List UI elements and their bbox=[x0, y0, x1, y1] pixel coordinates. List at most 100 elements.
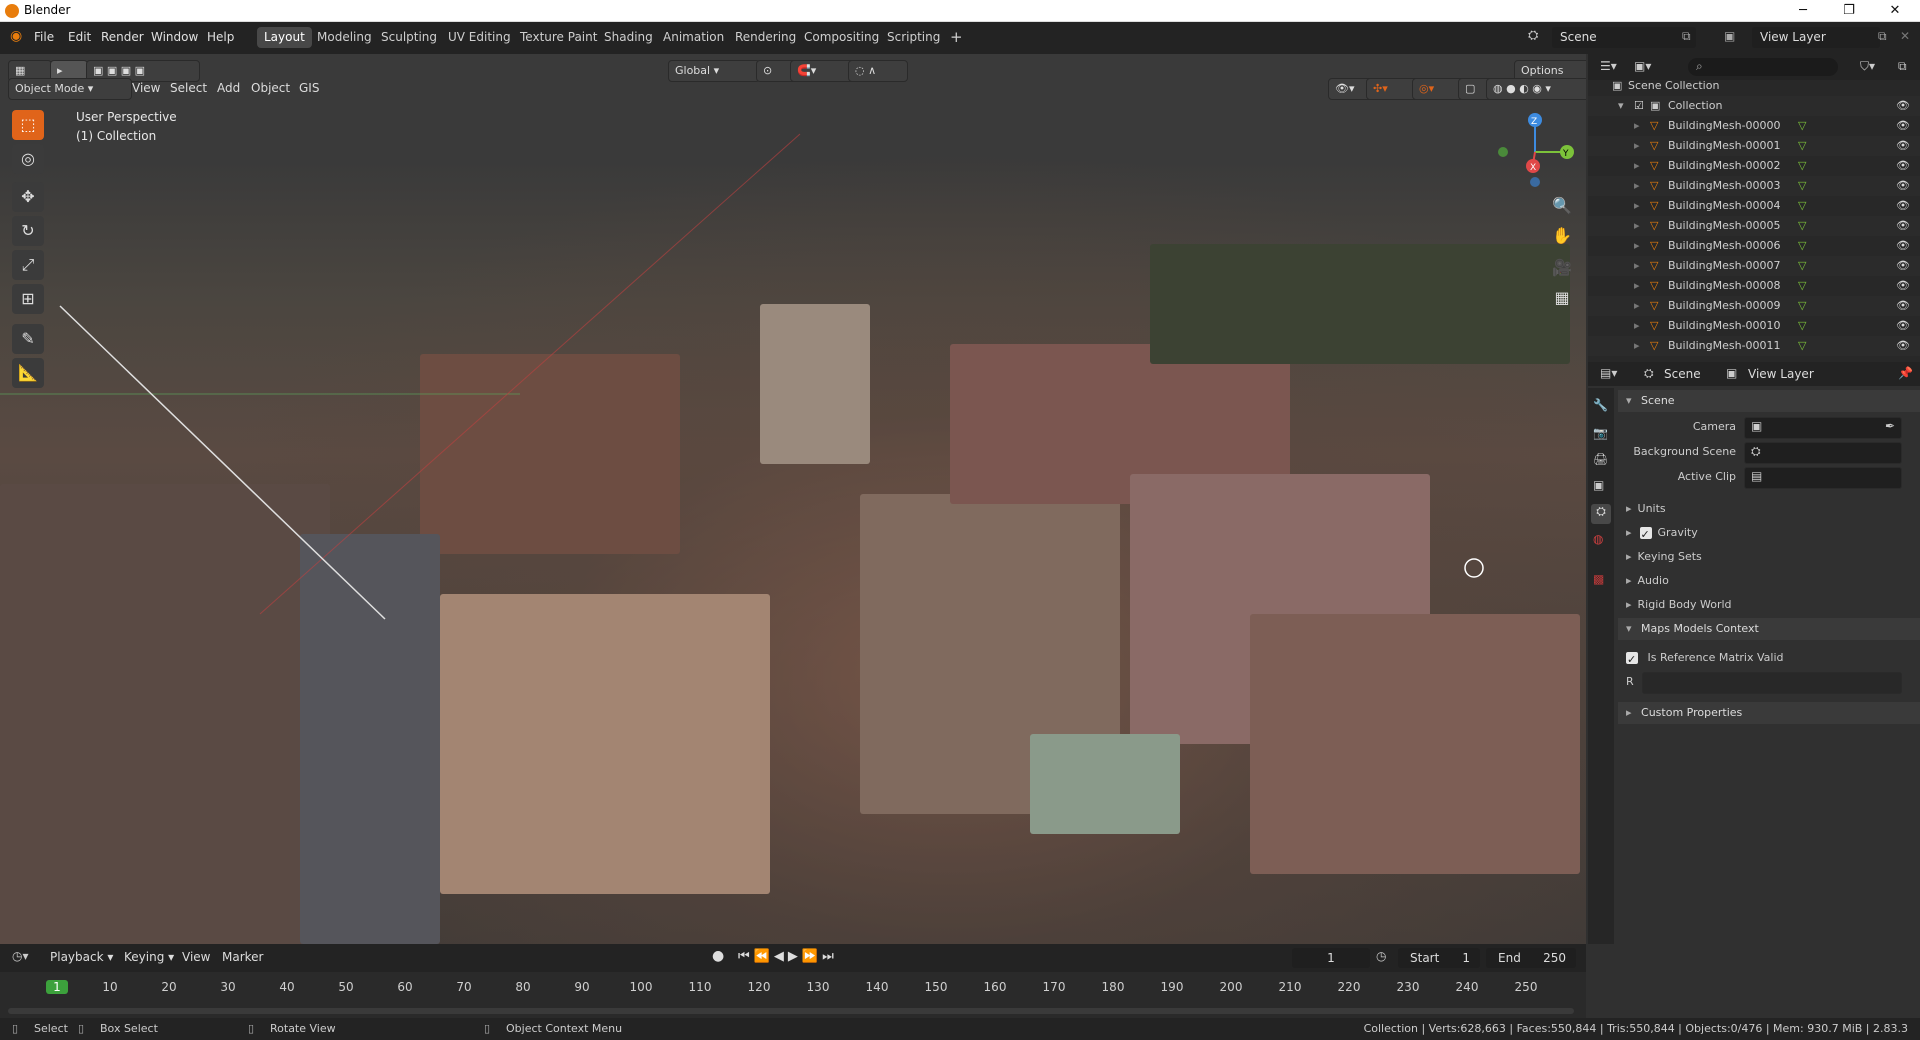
view-layer-field[interactable]: View Layer bbox=[1752, 27, 1880, 48]
tab-layout[interactable]: Layout bbox=[257, 27, 312, 48]
outliner-editor-icon[interactable]: ☰▾ bbox=[1600, 59, 1617, 73]
expand-arrow-icon[interactable]: ▸ bbox=[1634, 156, 1640, 176]
texture-props-icon[interactable]: ▩ bbox=[1593, 572, 1604, 586]
measure-tool-icon[interactable]: 📐 bbox=[12, 358, 44, 388]
rotate-tool-icon[interactable]: ↻ bbox=[12, 216, 44, 246]
collapsed-panel-header[interactable]: ▸ Gravity bbox=[1618, 522, 1920, 546]
outliner-mesh-row[interactable]: ▸ ▽ BuildingMesh-00010 ▽ 👁 bbox=[1588, 316, 1920, 336]
expand-arrow-icon[interactable]: ▸ bbox=[1634, 276, 1640, 296]
menu-add[interactable]: Add bbox=[217, 81, 240, 95]
close-button[interactable]: ✕ bbox=[1872, 0, 1918, 22]
filter-icon[interactable]: ⛉▾ bbox=[1860, 59, 1875, 74]
scene-tab[interactable]: Scene bbox=[1664, 367, 1701, 381]
outliner-mesh-row[interactable]: ▸ ▽ BuildingMesh-00011 ▽ 👁 bbox=[1588, 336, 1920, 356]
outliner-mesh-row[interactable]: ▸ ▽ BuildingMesh-00002 ▽ 👁 bbox=[1588, 156, 1920, 176]
eye-icon[interactable]: 👁 bbox=[1896, 236, 1910, 256]
menu-object[interactable]: Object bbox=[251, 81, 290, 95]
menu-render[interactable]: Render bbox=[101, 30, 144, 44]
expand-arrow-icon[interactable]: ▸ bbox=[1634, 196, 1640, 216]
navigation-gizmo[interactable]: Z Y X bbox=[1490, 110, 1580, 190]
menu-window[interactable]: Window bbox=[151, 30, 198, 44]
properties-editor-icon[interactable]: ▤▾ bbox=[1600, 366, 1617, 380]
pin-icon[interactable]: 📌 bbox=[1898, 366, 1913, 380]
mesh-data-icon[interactable]: ▽ bbox=[1798, 316, 1806, 336]
outliner-mesh-row[interactable]: ▸ ▽ BuildingMesh-00000 ▽ 👁 bbox=[1588, 116, 1920, 136]
3d-viewport[interactable]: ▦ ▸ ▣ ▣ ▣ ▣ Global ▾ ⊙ 🧲▾ ◌ ∧ Options Ob… bbox=[0, 54, 1586, 944]
eye-icon[interactable]: 👁 bbox=[1896, 136, 1910, 156]
tool-tab-icon[interactable]: 🔧 bbox=[1593, 398, 1608, 412]
expand-arrow-icon[interactable]: ▸ bbox=[1634, 336, 1640, 356]
is-reference-row[interactable]: Is Reference Matrix Valid bbox=[1626, 647, 1906, 671]
camera-field[interactable]: ▣ ✒ bbox=[1744, 417, 1902, 439]
eye-icon[interactable]: 👁 bbox=[1896, 216, 1910, 236]
menu-timeline-view[interactable]: View bbox=[182, 950, 210, 964]
eye-icon[interactable]: 👁 bbox=[1896, 176, 1910, 196]
eye-icon[interactable]: 👁 bbox=[1896, 256, 1910, 276]
transform-orientation-select[interactable]: Global ▾ bbox=[668, 60, 760, 82]
proportional-edit-icon[interactable]: ◌ ∧ bbox=[848, 60, 908, 82]
collapsed-panel-header[interactable]: ▸ Rigid Body World bbox=[1618, 594, 1920, 616]
move-tool-icon[interactable]: ✥ bbox=[12, 182, 44, 212]
mesh-data-icon[interactable]: ▽ bbox=[1798, 116, 1806, 136]
playback-controls-icon[interactable]: ⏮⏪◀▶⏩⏭ bbox=[738, 949, 838, 964]
remove-view-layer-icon[interactable]: ✕ bbox=[1900, 29, 1910, 43]
maps-context-panel-header[interactable]: ▾ Maps Models Context bbox=[1618, 618, 1920, 640]
record-icon[interactable]: ● bbox=[712, 948, 724, 964]
menu-edit[interactable]: Edit bbox=[68, 30, 91, 44]
display-mode-icon[interactable]: ▣▾ bbox=[1634, 59, 1651, 73]
eye-icon[interactable]: 👁 bbox=[1896, 316, 1910, 336]
menu-file[interactable]: File bbox=[34, 30, 54, 44]
blender-menu-icon[interactable]: ◉ bbox=[10, 28, 22, 44]
menu-help[interactable]: Help bbox=[207, 30, 234, 44]
expand-arrow-icon[interactable]: ▸ bbox=[1634, 176, 1640, 196]
expand-arrow-icon[interactable]: ▸ bbox=[1634, 256, 1640, 276]
mesh-data-icon[interactable]: ▽ bbox=[1798, 336, 1806, 356]
outliner-mesh-row[interactable]: ▸ ▽ BuildingMesh-00005 ▽ 👁 bbox=[1588, 216, 1920, 236]
tab-scripting[interactable]: Scripting bbox=[880, 27, 947, 48]
menu-keying[interactable]: Keying ▾ bbox=[124, 950, 174, 964]
active-clip-field[interactable]: ▤ bbox=[1744, 467, 1902, 489]
eye-icon[interactable]: 👁 bbox=[1896, 296, 1910, 316]
mesh-data-icon[interactable]: ▽ bbox=[1798, 156, 1806, 176]
outliner-mesh-row[interactable]: ▸ ▽ BuildingMesh-00004 ▽ 👁 bbox=[1588, 196, 1920, 216]
outliner-scene-collection[interactable]: ▣ Scene Collection bbox=[1588, 76, 1920, 96]
mesh-data-icon[interactable]: ▽ bbox=[1798, 196, 1806, 216]
scene-panel-header[interactable]: ▾ Scene bbox=[1618, 390, 1920, 412]
eye-icon[interactable]: 👁 bbox=[1896, 196, 1910, 216]
render-tab-icon[interactable]: 📷 bbox=[1593, 426, 1608, 440]
timeline-scrollbar[interactable] bbox=[8, 1008, 1574, 1014]
eye-icon[interactable]: 👁 bbox=[1896, 276, 1910, 296]
current-frame-field[interactable]: 1 bbox=[1292, 948, 1370, 968]
view-layer-props-icon[interactable]: ▣ bbox=[1593, 478, 1604, 492]
view-layer-tab[interactable]: View Layer bbox=[1748, 367, 1814, 381]
expand-arrow-icon[interactable]: ▸ bbox=[1634, 216, 1640, 236]
tab-rendering[interactable]: Rendering bbox=[728, 27, 803, 48]
new-view-layer-icon[interactable]: ⧉ bbox=[1878, 29, 1887, 44]
collapsed-panel-header[interactable]: ▸ Audio bbox=[1618, 570, 1920, 592]
r-matrix-field[interactable] bbox=[1642, 672, 1902, 694]
tab-sculpting[interactable]: Sculpting bbox=[374, 27, 444, 48]
eye-icon[interactable]: 👁 bbox=[1896, 336, 1910, 356]
start-frame-field[interactable]: Start 1 bbox=[1398, 948, 1480, 968]
outliner-mesh-row[interactable]: ▸ ▽ BuildingMesh-00006 ▽ 👁 bbox=[1588, 236, 1920, 256]
background-scene-field[interactable]: ⛭ bbox=[1744, 442, 1902, 464]
scene-field[interactable]: Scene bbox=[1552, 27, 1696, 48]
mesh-data-icon[interactable]: ▽ bbox=[1798, 256, 1806, 276]
maximize-button[interactable]: ❐ bbox=[1826, 0, 1872, 22]
output-tab-icon[interactable]: 🖨 bbox=[1593, 452, 1608, 466]
eyedropper-icon[interactable]: ✒ bbox=[1885, 419, 1895, 433]
object-mode-select[interactable]: Object Mode ▾ bbox=[8, 78, 132, 100]
timeline-editor-icon[interactable]: ◷▾ bbox=[12, 949, 29, 963]
minimize-button[interactable]: ─ bbox=[1780, 0, 1826, 22]
scene-props-icon[interactable]: ⛭ bbox=[1591, 504, 1611, 524]
tab-uv-editing[interactable]: UV Editing bbox=[441, 27, 518, 48]
shading-modes-icon[interactable]: ◍ ● ◐ ◉ ▾ bbox=[1486, 78, 1586, 100]
end-frame-field[interactable]: End 250 bbox=[1486, 948, 1576, 968]
menu-playback[interactable]: Playback ▾ bbox=[50, 950, 113, 964]
eye-icon[interactable]: 👁 bbox=[1896, 96, 1910, 116]
new-collection-icon[interactable]: ⧉ bbox=[1898, 59, 1907, 74]
transform-tool-icon[interactable]: ⊞ bbox=[12, 284, 44, 314]
tab-shading[interactable]: Shading bbox=[597, 27, 660, 48]
current-frame-marker[interactable]: 1 bbox=[46, 980, 68, 994]
mesh-data-icon[interactable]: ▽ bbox=[1798, 236, 1806, 256]
